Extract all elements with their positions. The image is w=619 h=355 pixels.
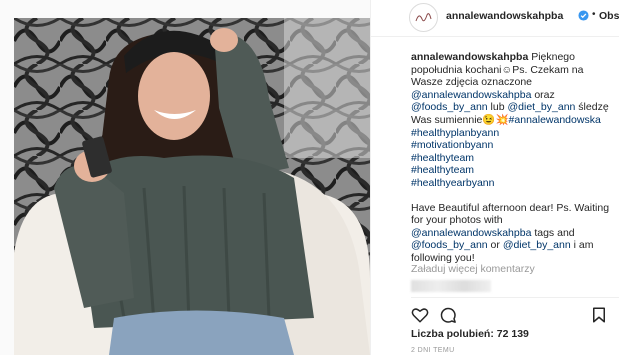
caption-line: #healthyteam	[411, 164, 616, 177]
caption-text: Was sumiennie	[411, 113, 483, 126]
mention-link[interactable]: @annalewandowskahpba	[411, 227, 531, 239]
follow-button[interactable]: Obser	[599, 10, 619, 22]
header-username[interactable]: annalewandowskahpba	[446, 10, 563, 22]
caption-text: oraz	[531, 88, 555, 101]
caption-text: i am	[570, 239, 594, 252]
caption-text: Wasze zdjęcia oznaczone	[411, 76, 533, 89]
post-photo[interactable]	[14, 18, 370, 355]
caption-text: popołudnia kochani	[411, 63, 502, 76]
header-separator: •	[592, 9, 596, 20]
caption-text: Pięknego	[528, 51, 575, 63]
post-photo-illustration	[14, 18, 370, 355]
caption-line: #healthyearbyann	[411, 177, 616, 190]
divider	[411, 297, 619, 298]
caption-text: Have Beautiful afternoon dear! Ps. Waiti…	[411, 201, 610, 214]
mention-link[interactable]: @annalewandowskahpba	[411, 89, 531, 101]
caption-line: #healthyteam	[411, 152, 616, 165]
caption-line: Have Beautiful afternoon dear! Ps. Waiti…	[411, 202, 616, 215]
caption-text: śledzę	[575, 101, 609, 114]
caption-username[interactable]: annalewandowskahpba	[411, 51, 528, 63]
caption-line: #healthyplanbyann	[411, 127, 616, 140]
post-timestamp: 2 DNI TEMU	[411, 347, 455, 354]
mention-link[interactable]: @diet_by_ann	[508, 101, 576, 113]
caption-text: for your photos with	[411, 214, 503, 227]
mention-link[interactable]: @foods_by_ann	[411, 239, 488, 251]
caption-text: or	[487, 239, 503, 252]
caption-line: @annalewandowskahpba tags and	[411, 227, 616, 240]
caption-line: @foods_by_ann or @diet_by_ann i am	[411, 239, 616, 252]
caption-text: ☺	[501, 63, 513, 76]
likes-number: 72 139	[496, 328, 529, 340]
hashtag-link[interactable]: #healthyearbyann	[411, 177, 494, 189]
mention-link[interactable]: @diet_by_ann	[503, 239, 571, 251]
mention-link[interactable]: @foods_by_ann	[411, 101, 488, 113]
caption-line: for your photos with	[411, 214, 616, 227]
hashtag-link[interactable]: #motivationbyann	[411, 139, 493, 151]
instagram-post: annalewandowskahpba • Obser annalewandow…	[0, 0, 619, 355]
caption-line: #motivationbyann	[411, 139, 616, 152]
likes-label: Liczba polubień:	[411, 328, 494, 340]
hashtag-link[interactable]: #annalewandowska	[509, 114, 601, 126]
caption-gap	[411, 190, 616, 202]
caption-line: popołudnia kochani☺Ps. Czekam na	[411, 64, 616, 77]
caption-text: tags and	[531, 226, 575, 239]
hashtag-link[interactable]: #healthyplanbyann	[411, 127, 499, 139]
caption-line: annalewandowskahpba Pięknego	[411, 51, 616, 64]
caption-line: Was sumiennie😉💥#annalewandowska	[411, 114, 616, 127]
caption-line: @foods_by_ann lub @diet_by_ann śledzę	[411, 101, 616, 114]
caption-line: Wasze zdjęcia oznaczone	[411, 76, 616, 89]
comment-icon[interactable]	[439, 306, 457, 324]
post-header: annalewandowskahpba • Obser	[371, 0, 619, 37]
post-sidebar: annalewandowskahpba • Obser annalewandow…	[370, 0, 619, 355]
caption-text: 😉💥	[482, 113, 509, 126]
caption-text: Ps. Czekam na	[512, 63, 584, 76]
post-caption: annalewandowskahpba Pięknego popołudnia k…	[411, 51, 616, 265]
heart-icon[interactable]	[411, 306, 429, 324]
hashtag-link[interactable]: #healthyteam	[411, 164, 474, 176]
blurred-comment	[411, 280, 491, 292]
signature-logo-icon	[415, 13, 432, 22]
hashtag-link[interactable]: #healthyteam	[411, 152, 474, 164]
bookmark-icon[interactable]	[590, 306, 608, 324]
likes-count[interactable]: Liczba polubień: 72 139	[411, 328, 529, 340]
caption-line: @annalewandowskahpba oraz	[411, 89, 616, 102]
caption-text: lub	[487, 101, 508, 114]
load-more-comments-link[interactable]: Załaduj więcej komentarzy	[411, 263, 535, 275]
avatar[interactable]	[409, 3, 438, 32]
verified-badge-icon	[578, 10, 589, 21]
